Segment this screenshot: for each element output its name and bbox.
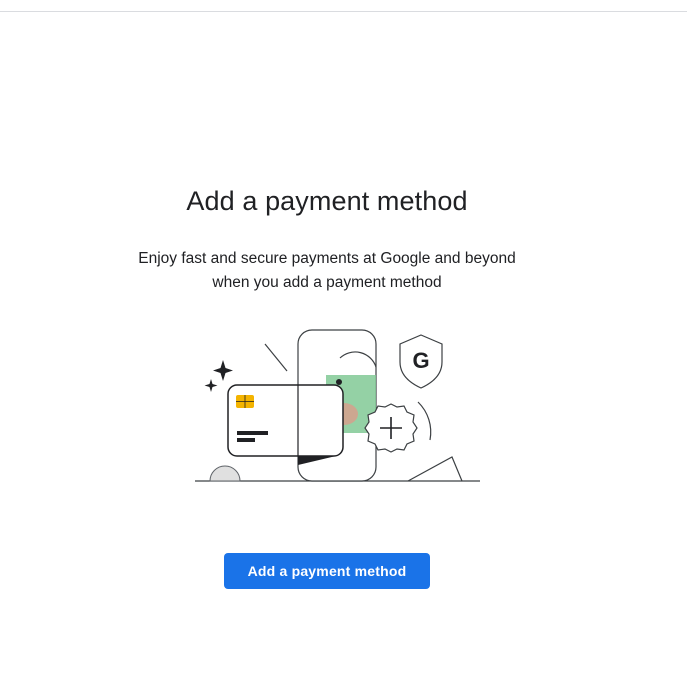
description-line-1: Enjoy fast and secure payments at Google… [138, 250, 516, 267]
description-line-2: when you add a payment method [212, 274, 442, 291]
decorative-arc [417, 401, 432, 441]
top-divider [0, 11, 687, 12]
ground-circle [209, 465, 241, 482]
payment-illustration: G [195, 329, 480, 482]
credit-card-icon [227, 384, 344, 457]
google-shield-icon: G [399, 334, 443, 389]
page-description: Enjoy fast and secure payments at Google… [0, 247, 654, 295]
shield-letter: G [412, 348, 429, 373]
decorative-line [264, 343, 288, 372]
sparkle-icon [204, 360, 233, 392]
add-payment-method-button[interactable]: Add a payment method [224, 553, 430, 589]
ground-triangle [407, 456, 463, 482]
page-title: Add a payment method [186, 186, 468, 216]
